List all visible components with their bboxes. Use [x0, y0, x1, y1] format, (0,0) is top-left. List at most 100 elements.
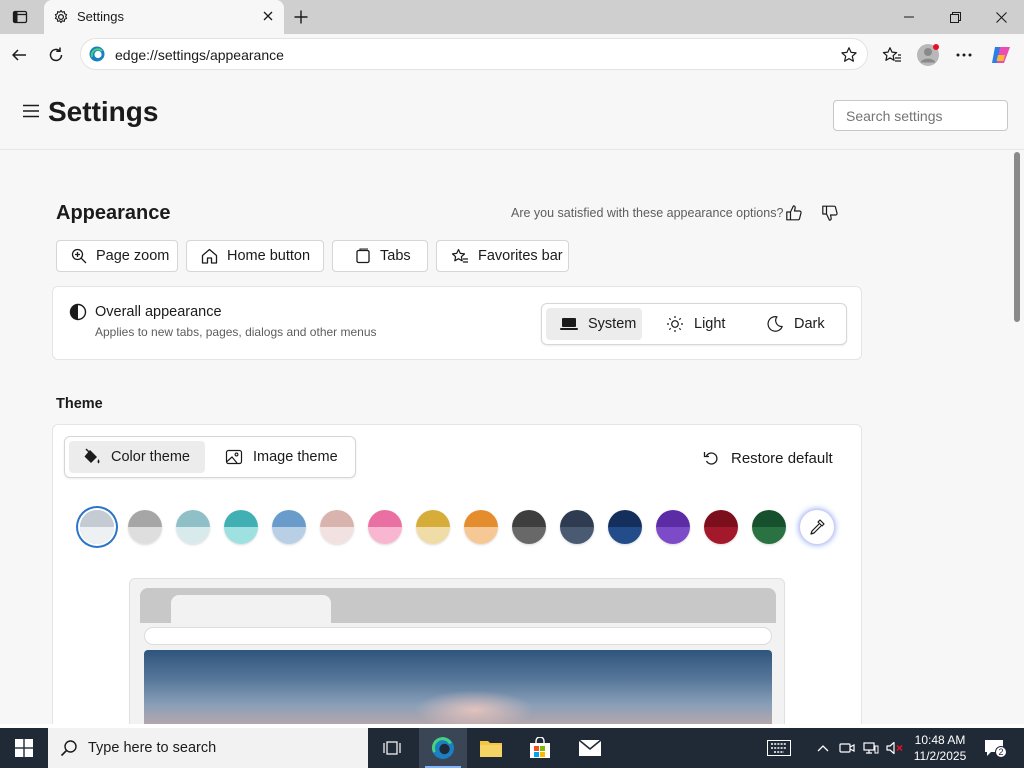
sun-icon [667, 316, 683, 332]
notification-center-icon[interactable]: 2 [978, 728, 1012, 768]
taskbar-search-placeholder: Type here to search [88, 740, 217, 756]
preview-address-bar [144, 627, 772, 645]
swatch-bottom-half [272, 527, 306, 544]
favorites-bar-button[interactable]: Favorites bar [436, 240, 569, 272]
page-zoom-button[interactable]: Page zoom [56, 240, 178, 272]
favorites-icon[interactable] [879, 42, 905, 68]
keyboard-layout-icon[interactable] [764, 728, 794, 768]
theme-preview [129, 578, 785, 724]
color-swatch[interactable] [368, 510, 402, 544]
tabs-button[interactable]: Tabs [332, 240, 428, 272]
color-swatch[interactable] [608, 510, 642, 544]
custom-color-picker[interactable] [800, 510, 834, 544]
swatch-bottom-half [560, 527, 594, 544]
refresh-icon[interactable] [43, 42, 69, 68]
microsoft-store-icon[interactable] [516, 728, 564, 768]
clock-date: 11/2/2025 [913, 749, 967, 763]
restore-window-icon[interactable] [932, 0, 978, 34]
color-swatch[interactable] [752, 510, 786, 544]
swatch-top-half [320, 510, 354, 527]
swatch-bottom-half [368, 527, 402, 544]
show-hidden-icons-chevron-icon[interactable] [812, 728, 834, 768]
search-settings-input[interactable] [833, 100, 1008, 131]
image-icon [225, 449, 243, 465]
zoom-icon [71, 248, 87, 264]
light-mode-button[interactable]: Light [652, 308, 742, 340]
color-swatch[interactable] [464, 510, 498, 544]
color-swatch[interactable] [560, 510, 594, 544]
swatch-bottom-half [176, 527, 210, 544]
add-favorite-star-icon[interactable] [839, 45, 859, 65]
color-swatch[interactable] [704, 510, 738, 544]
settings-header: Settings [0, 74, 1024, 150]
back-icon[interactable] [6, 42, 32, 68]
color-theme-tab[interactable]: Color theme [69, 441, 205, 473]
moon-icon [767, 316, 783, 332]
theme-type-selector: Color theme Image theme [64, 436, 356, 478]
thumbs-down-icon[interactable] [818, 201, 842, 225]
vertical-scrollbar[interactable] [1010, 150, 1024, 724]
swatch-bottom-half [704, 527, 738, 544]
taskbar: Type here to search 10:48 AM 11/2/2025 2 [0, 728, 1024, 768]
swatch-top-half [752, 510, 786, 527]
favorites-bar-label: Favorites bar [478, 248, 563, 264]
satisfaction-prompt: Are you satisfied with these appearance … [511, 206, 784, 220]
more-options-icon[interactable] [951, 42, 977, 68]
close-tab-icon[interactable] [260, 8, 276, 24]
system-clock[interactable]: 10:48 AM 11/2/2025 [908, 732, 972, 764]
copilot-icon[interactable] [988, 42, 1014, 68]
sidebar-toggle-icon[interactable] [10, 7, 30, 27]
address-bar[interactable]: edge://settings/appearance [80, 38, 868, 70]
swatch-bottom-half [752, 527, 786, 544]
swatch-top-half [608, 510, 642, 527]
swatch-bottom-half [512, 527, 546, 544]
home-button-link[interactable]: Home button [186, 240, 324, 272]
color-swatch[interactable] [224, 510, 258, 544]
image-theme-label: Image theme [253, 449, 338, 465]
thumbs-up-icon[interactable] [782, 201, 806, 225]
swatch-top-half [416, 510, 450, 527]
menu-icon[interactable] [22, 104, 42, 120]
task-view-icon[interactable] [368, 728, 416, 768]
section-heading-appearance: Appearance [56, 202, 171, 224]
color-swatch[interactable] [176, 510, 210, 544]
mail-icon[interactable] [566, 728, 614, 768]
dark-mode-button[interactable]: Dark [752, 308, 842, 340]
eyedropper-icon [810, 519, 825, 535]
color-swatch[interactable] [272, 510, 306, 544]
edge-taskbar-icon[interactable] [419, 728, 467, 768]
settings-content: Appearance Are you satisfied with these … [0, 150, 1010, 724]
restore-default-button[interactable]: Restore default [703, 447, 833, 469]
preview-background-image [144, 650, 772, 724]
color-swatch[interactable] [80, 510, 114, 544]
color-swatch[interactable] [320, 510, 354, 544]
volume-muted-icon[interactable] [884, 728, 906, 768]
new-tab-icon[interactable] [290, 6, 312, 28]
home-button-label: Home button [227, 248, 311, 264]
edge-logo-icon [89, 46, 105, 62]
browser-tab-settings[interactable]: Settings [44, 0, 284, 34]
swatch-top-half [224, 510, 258, 527]
color-swatch[interactable] [128, 510, 162, 544]
profile-avatar[interactable] [915, 42, 941, 68]
page-zoom-label: Page zoom [96, 248, 170, 264]
close-window-icon[interactable] [978, 0, 1024, 34]
color-swatch[interactable] [512, 510, 546, 544]
color-swatch[interactable] [416, 510, 450, 544]
color-swatch[interactable] [656, 510, 690, 544]
scrollbar-thumb[interactable] [1014, 152, 1020, 322]
image-theme-tab[interactable]: Image theme [211, 441, 353, 473]
network-icon[interactable] [860, 728, 882, 768]
home-icon [201, 248, 218, 264]
swatch-bottom-half [80, 527, 114, 544]
minimize-icon[interactable] [886, 0, 932, 34]
system-mode-button[interactable]: System [546, 308, 642, 340]
url-text: edge://settings/appearance [115, 47, 284, 63]
windows-start-icon[interactable] [0, 728, 48, 768]
clock-time: 10:48 AM [914, 733, 966, 747]
file-explorer-icon[interactable] [467, 728, 515, 768]
tab-title: Settings [77, 9, 124, 24]
meet-now-icon[interactable] [836, 728, 858, 768]
taskbar-search-box[interactable]: Type here to search [48, 728, 368, 768]
swatch-top-half [656, 510, 690, 527]
